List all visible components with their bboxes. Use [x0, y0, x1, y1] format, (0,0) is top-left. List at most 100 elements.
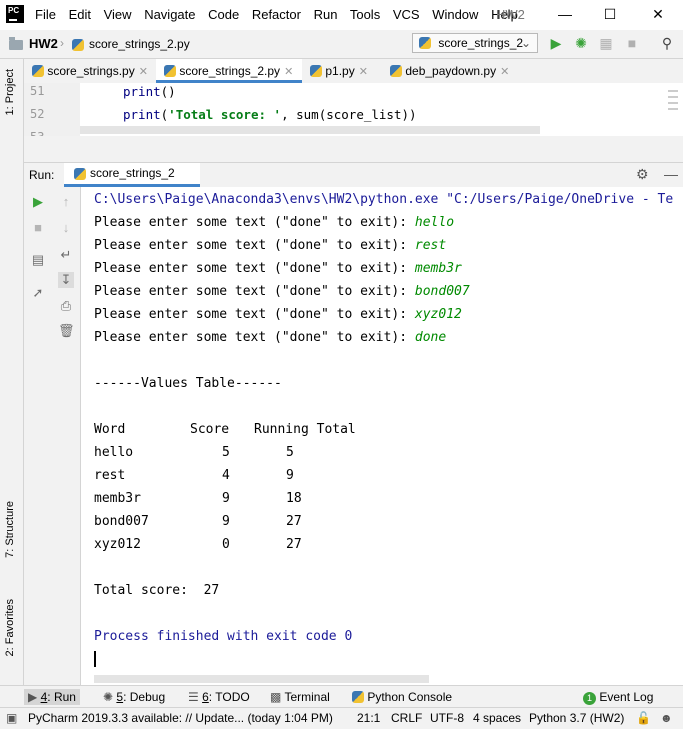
run-configuration-select[interactable]: score_strings_2 ⌄ [412, 33, 538, 53]
minimize-icon[interactable]: — [555, 4, 575, 24]
run-icon[interactable]: ▶ [548, 35, 564, 51]
stop-icon[interactable]: ■ [30, 220, 46, 236]
console-prompt-line: Please enter some text ("done" to exit):… [94, 261, 462, 276]
menu-window[interactable]: Window [432, 7, 478, 22]
stop-icon[interactable]: ■ [624, 35, 640, 51]
left-tool-strip: 1: Project 7: Structure 2: Favorites [0, 59, 24, 685]
menu-bar: File Edit View Navigate Code Refactor Ru… [35, 7, 527, 22]
scroll-to-end-icon[interactable]: ↧ [58, 272, 74, 288]
title-bar: PC File Edit View Navigate Code Refactor… [0, 0, 683, 30]
console-horizontal-scrollbar[interactable] [94, 675, 429, 683]
print-icon[interactable]: ⎙ [58, 298, 74, 314]
maximize-icon[interactable]: ☐ [600, 4, 620, 24]
event-log-tool-button[interactable]: 1 Event Log [583, 689, 653, 705]
console-prompt-line: Please enter some text ("done" to exit):… [94, 307, 462, 322]
table-cell-running-total: 5 [286, 445, 294, 460]
todo-tool-button[interactable]: ☰ 6: TODO [188, 689, 250, 705]
structure-tool-button[interactable]: 7: Structure [4, 501, 16, 558]
caret-position[interactable]: 21:1 [357, 711, 380, 725]
line-separator[interactable]: CRLF [391, 711, 422, 725]
file-encoding[interactable]: UTF-8 [430, 711, 464, 725]
menu-edit[interactable]: Edit [69, 7, 91, 22]
menu-tools[interactable]: Tools [350, 7, 380, 22]
project-tool-button[interactable]: 1: Project [4, 69, 16, 115]
table-cell-score: 0 [222, 537, 230, 552]
menu-refactor[interactable]: Refactor [252, 7, 301, 22]
breadcrumb-file[interactable]: score_strings_2.py [89, 37, 190, 51]
table-cell-score: 9 [222, 514, 230, 529]
table-cell-word: rest [94, 468, 126, 483]
table-cell-word: xyz012 [94, 537, 141, 552]
debug-tool-button[interactable]: ✺ 5: Debug [103, 689, 165, 705]
panel-splitter[interactable] [24, 136, 683, 162]
python-file-icon [32, 65, 44, 77]
run-tab-label: score_strings_2 [90, 166, 175, 180]
tab-deb-paydown[interactable]: deb_paydown.py ✕ [382, 59, 522, 83]
menu-view[interactable]: View [104, 7, 132, 22]
menu-navigate[interactable]: Navigate [144, 7, 195, 22]
editor-horizontal-scrollbar[interactable] [80, 126, 540, 134]
inspector-icon[interactable]: ☻ [660, 711, 673, 725]
rerun-icon[interactable]: ▶ [30, 194, 46, 210]
console-command-line: C:\Users\Paige\Anaconda3\envs\HW2\python… [94, 192, 674, 207]
console-prompt-line: Please enter some text ("done" to exit):… [94, 238, 447, 253]
pin-icon[interactable]: ➚ [30, 285, 46, 301]
close-icon[interactable]: ✕ [648, 4, 668, 24]
coverage-icon[interactable]: ▦ [598, 35, 614, 51]
python-file-icon [419, 37, 431, 49]
folder-icon [9, 37, 23, 53]
tab-label: score_strings.py [47, 64, 135, 78]
console-output[interactable]: C:\Users\Paige\Anaconda3\envs\HW2\python… [81, 187, 683, 685]
table-cell-score: 5 [222, 445, 230, 460]
terminal-tool-button[interactable]: ▩ Terminal [270, 689, 330, 705]
tab-score-strings-2[interactable]: score_strings_2.py ✕ [156, 59, 302, 83]
list-icon: ☰ [188, 690, 199, 704]
run-tab[interactable]: score_strings_2 [64, 163, 200, 187]
table-cell-word: memb3r [94, 491, 141, 506]
pycharm-logo: PC [6, 5, 24, 23]
close-tab-icon[interactable]: ✕ [500, 66, 509, 78]
indent-setting[interactable]: 4 spaces [473, 711, 521, 725]
layout-icon[interactable]: ▤ [30, 252, 46, 268]
python-console-tool-button[interactable]: Python Console [352, 689, 452, 705]
menu-run[interactable]: Run [314, 7, 338, 22]
python-file-icon [72, 38, 84, 52]
status-indicator-icon[interactable]: ▣ [6, 711, 17, 725]
gear-icon[interactable]: ⚙ [636, 166, 649, 183]
breadcrumb-project[interactable]: HW2 [29, 36, 58, 51]
soft-wrap-icon[interactable]: ↵ [58, 247, 74, 263]
run-small-icon: ▶ [28, 690, 38, 704]
tab-label: score_strings_2.py [179, 64, 281, 78]
text-cursor [94, 651, 96, 667]
tab-label: p1.py [325, 64, 355, 78]
menu-vcs[interactable]: VCS [393, 7, 420, 22]
table-header-word: Word [94, 422, 126, 437]
run-tool-button[interactable]: ▶ 4: Run [24, 689, 80, 705]
arrow-down-icon[interactable]: ↓ [58, 220, 74, 236]
total-score-line: Total score: 27 [94, 583, 220, 598]
trash-icon[interactable]: 🗑 [58, 323, 75, 339]
status-message[interactable]: PyCharm 2019.3.3 available: // Update...… [28, 711, 333, 725]
table-header-score: Score [190, 422, 230, 437]
tab-label: deb_paydown.py [405, 64, 497, 78]
lock-icon[interactable]: 🔓 [636, 711, 651, 725]
menu-code[interactable]: Code [208, 7, 239, 22]
interpreter-setting[interactable]: Python 3.7 (HW2) [529, 711, 624, 725]
close-tab-icon[interactable]: ✕ [139, 66, 148, 78]
terminal-icon: ▩ [270, 690, 282, 704]
tool-window-strip: ▶ 4: Run ✺ 5: Debug ☰ 6: TODO ▩ Terminal… [0, 685, 683, 708]
menu-file[interactable]: File [35, 7, 56, 22]
favorites-tool-button[interactable]: 2: Favorites [4, 599, 16, 656]
debug-icon[interactable]: ✺ [573, 35, 589, 51]
close-tab-icon[interactable]: ✕ [284, 66, 293, 78]
table-cell-running-total: 27 [286, 514, 302, 529]
arrow-up-icon[interactable]: ↑ [58, 194, 74, 210]
breadcrumb-separator-icon: › [60, 36, 64, 50]
tab-p1[interactable]: p1.py ✕ [302, 59, 382, 83]
search-icon[interactable]: ⚲ [659, 35, 675, 51]
minimize-panel-icon[interactable]: — [664, 166, 678, 182]
tab-score-strings[interactable]: score_strings.py ✕ [24, 59, 156, 83]
python-file-icon [164, 65, 176, 77]
table-cell-running-total: 27 [286, 537, 302, 552]
close-tab-icon[interactable]: ✕ [359, 66, 368, 78]
